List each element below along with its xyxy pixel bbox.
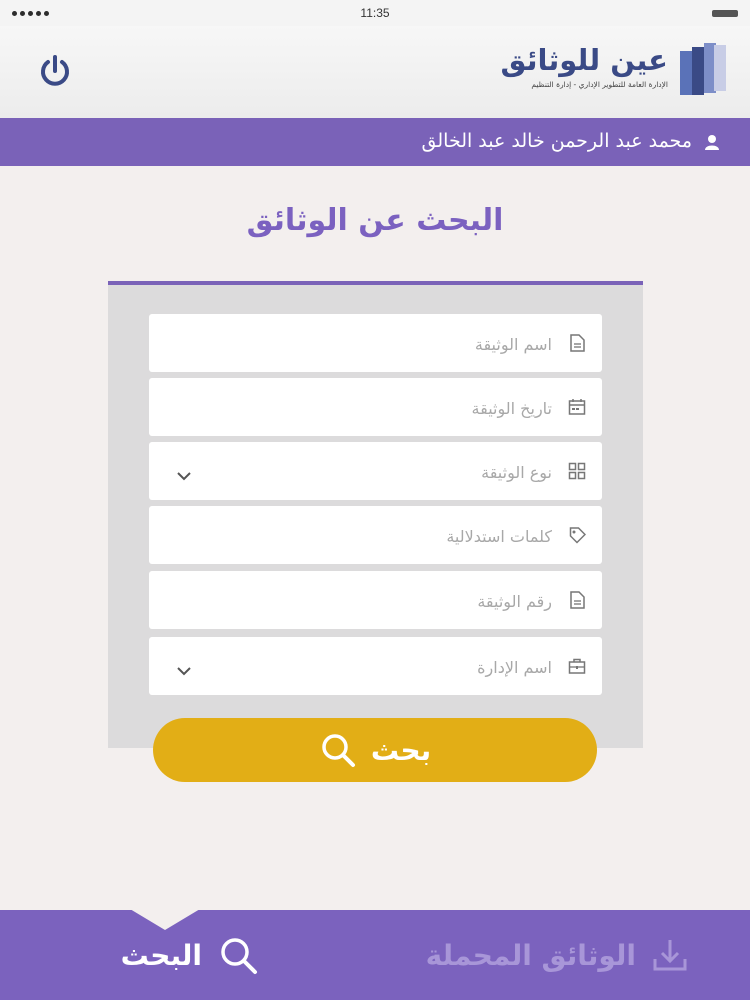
department-select[interactable] [149,637,602,697]
user-bar: محمد عبد الرحمن خالد عبد الخالق [0,118,750,166]
app-header: عين للوثائق الإدارة العامة للتطوير الإدا… [0,26,750,119]
logo-books-icon [680,43,726,97]
search-icon [221,938,257,974]
status-bar: 11:35 [0,0,750,26]
tab-downloads-label: الوثائق المحملة [425,938,636,972]
logo-subtitle: الإدارة العامة للتطوير الإداري - إدارة ا… [531,80,668,89]
user-name: محمد عبد الرحمن خالد عبد الخالق [421,130,692,152]
document-date-input[interactable] [210,378,554,438]
calendar-icon [568,398,586,416]
search-form [108,281,643,748]
search-button-content: بحث [153,718,597,782]
status-time: 11:35 [360,6,390,20]
logo-title: عين للوثائق [500,43,668,77]
tab-downloaded-documents[interactable]: الوثائق المحملة [388,910,688,1000]
chevron-down-icon[interactable] [177,661,191,676]
document-date-field[interactable] [149,378,602,438]
document-number-field[interactable] [149,571,602,631]
department-input[interactable] [210,637,554,697]
page-title: البحث عن الوثائق [246,203,504,238]
grid-icon [568,462,586,480]
document-name-input[interactable] [210,314,554,374]
tab-search-label: البحث [120,938,202,972]
search-button-label: بحث [370,733,432,767]
document-type-input[interactable] [210,442,554,502]
search-button[interactable]: بحث [153,718,597,782]
briefcase-icon [568,657,586,675]
download-icon [653,940,687,971]
bottom-nav: البحث الوثائق المحملة [0,909,750,1000]
chevron-down-icon[interactable] [177,466,191,481]
keywords-input[interactable] [210,506,554,566]
document-name-field[interactable] [149,314,602,374]
document-icon [568,334,586,352]
tab-search[interactable]: البحث [108,910,258,1000]
document-type-select[interactable] [149,442,602,502]
document-icon [568,591,586,609]
logo: عين للوثائق الإدارة العامة للتطوير الإدا… [500,42,668,92]
keywords-field[interactable] [149,506,602,566]
user-icon [704,134,720,150]
document-number-input[interactable] [210,571,554,631]
battery-icon [712,10,738,17]
tag-icon [568,526,587,544]
search-icon [322,734,355,767]
power-icon[interactable] [37,53,73,89]
